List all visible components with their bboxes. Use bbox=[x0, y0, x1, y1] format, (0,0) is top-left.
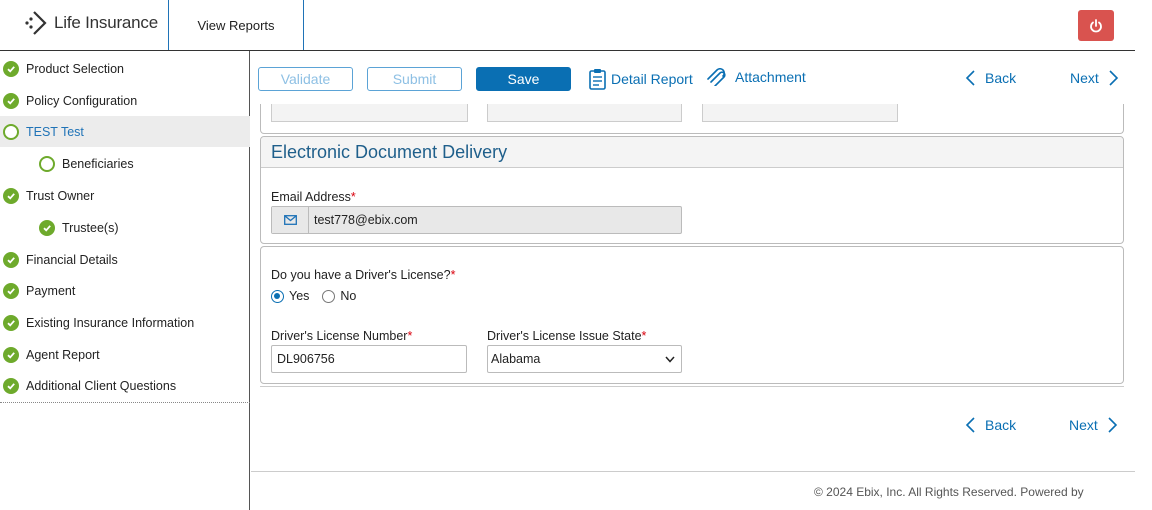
sidebar-item-label: Product Selection bbox=[26, 61, 124, 76]
copyright-footer: © 2024 Ebix, Inc. All Rights Reserved. P… bbox=[814, 485, 1084, 499]
sidebar-item-test-test[interactable]: TEST Test bbox=[0, 116, 250, 147]
sidebar-item-label: Existing Insurance Information bbox=[26, 315, 195, 330]
radio-empty-icon bbox=[322, 289, 336, 303]
chevron-down-icon bbox=[665, 356, 675, 363]
check-circle-icon bbox=[3, 60, 19, 77]
detail-report-label: Detail Report bbox=[611, 71, 693, 87]
chevron-left-icon bbox=[965, 70, 975, 86]
bottom-next-button[interactable]: Next bbox=[1069, 417, 1118, 433]
edd-panel-title: Electronic Document Delivery bbox=[261, 137, 1123, 168]
back-label: Back bbox=[985, 417, 1017, 433]
attachment-label: Attachment bbox=[735, 69, 806, 85]
power-icon bbox=[1090, 18, 1102, 32]
sidebar-item-existing-insurance[interactable]: Existing Insurance Information bbox=[0, 307, 250, 338]
yes-radio[interactable]: Yes bbox=[271, 289, 309, 303]
sidebar-item-payment[interactable]: Payment bbox=[0, 275, 250, 306]
check-circle-icon bbox=[3, 92, 19, 109]
bottom-back-button[interactable]: Back bbox=[965, 417, 1016, 433]
form-content: Electronic Document Delivery Email Addre… bbox=[251, 104, 1135, 470]
empty-circle-icon bbox=[3, 123, 19, 140]
license-number-label: Driver's License Number* bbox=[271, 329, 413, 343]
radio-selected-icon bbox=[271, 289, 284, 303]
top-header: Life Insurance View Reports bbox=[0, 0, 1135, 51]
sidebar-item-label: Payment bbox=[26, 283, 76, 298]
sidebar-item-label: Trust Owner bbox=[26, 188, 95, 203]
check-circle-icon bbox=[3, 251, 19, 268]
sidebar-item-additional-client-questions[interactable]: Additional Client Questions bbox=[0, 370, 250, 401]
scrolled-input[interactable] bbox=[487, 104, 682, 122]
sidebar-item-label: Agent Report bbox=[26, 347, 100, 362]
section-sidebar: Product Selection Policy Configuration T… bbox=[0, 51, 250, 510]
edd-panel: Electronic Document Delivery Email Addre… bbox=[260, 136, 1124, 244]
attachment-link[interactable]: Attachment bbox=[705, 68, 806, 86]
back-label: Back bbox=[985, 70, 1017, 86]
check-circle-icon bbox=[3, 282, 19, 299]
chevron-left-icon bbox=[965, 417, 975, 433]
save-button[interactable]: Save bbox=[476, 67, 571, 91]
license-state-select[interactable]: Alabama bbox=[487, 345, 682, 373]
header-divider bbox=[303, 0, 304, 50]
view-reports-link[interactable]: View Reports bbox=[169, 0, 303, 50]
action-toolbar: Validate Submit Save Detail Report Attac… bbox=[251, 52, 1135, 104]
email-value: test778@ebix.com bbox=[314, 213, 418, 227]
envelope-addon bbox=[272, 207, 309, 233]
no-label: No bbox=[340, 289, 357, 303]
sidebar-item-label: Beneficiaries bbox=[62, 156, 134, 171]
sidebar-item-product-selection[interactable]: Product Selection bbox=[0, 53, 250, 84]
sidebar-item-financial-details[interactable]: Financial Details bbox=[0, 244, 250, 275]
next-label: Next bbox=[1070, 70, 1099, 86]
license-number-input[interactable]: DL906756 bbox=[271, 345, 467, 373]
panel-divider bbox=[260, 386, 1124, 387]
check-circle-icon bbox=[3, 187, 19, 204]
sidebar-item-label: Policy Configuration bbox=[26, 93, 138, 108]
no-radio[interactable]: No bbox=[322, 289, 356, 303]
app-logo[interactable]: Life Insurance bbox=[24, 10, 158, 36]
next-button[interactable]: Next bbox=[1070, 70, 1119, 86]
sidebar-item-trustees[interactable]: Trustee(s) bbox=[0, 212, 250, 243]
envelope-icon bbox=[283, 215, 297, 225]
check-circle-icon bbox=[3, 314, 19, 331]
email-field[interactable]: test778@ebix.com bbox=[271, 206, 682, 234]
chevron-right-icon bbox=[1109, 70, 1118, 86]
drivers-license-panel: Do you have a Driver's License?* Yes No … bbox=[260, 246, 1124, 384]
scrolled-input[interactable] bbox=[271, 104, 468, 122]
check-circle-icon bbox=[3, 346, 19, 363]
license-radio-group: Yes No bbox=[271, 289, 356, 303]
clipboard-icon bbox=[589, 69, 606, 90]
paperclip-icon bbox=[707, 68, 726, 86]
chevron-right-icon bbox=[1108, 417, 1117, 433]
sidebar-item-agent-report[interactable]: Agent Report bbox=[0, 339, 250, 370]
logout-button[interactable] bbox=[1078, 10, 1114, 41]
sidebar-item-label: Financial Details bbox=[26, 252, 118, 267]
footer-divider bbox=[251, 471, 1135, 472]
validate-button[interactable]: Validate bbox=[258, 67, 353, 91]
license-question: Do you have a Driver's License?* bbox=[271, 268, 456, 282]
sidebar-item-label: Additional Client Questions bbox=[26, 378, 177, 393]
previous-panel bbox=[260, 104, 1124, 134]
sidebar-divider bbox=[0, 402, 250, 403]
check-circle-icon bbox=[3, 377, 19, 394]
sidebar-item-policy-configuration[interactable]: Policy Configuration bbox=[0, 85, 250, 116]
sidebar-item-label: TEST Test bbox=[26, 124, 84, 139]
yes-label: Yes bbox=[289, 289, 310, 303]
empty-circle-icon bbox=[39, 155, 55, 172]
logo-chevron-icon bbox=[25, 11, 47, 35]
sidebar-item-beneficiaries[interactable]: Beneficiaries bbox=[0, 148, 250, 179]
next-label: Next bbox=[1069, 417, 1098, 433]
sidebar-item-label: Trustee(s) bbox=[62, 220, 119, 235]
back-button[interactable]: Back bbox=[965, 70, 1016, 86]
license-state-value: Alabama bbox=[491, 352, 541, 366]
license-state-label: Driver's License Issue State* bbox=[487, 329, 647, 343]
app-name: Life Insurance bbox=[54, 13, 158, 32]
check-circle-icon bbox=[39, 219, 55, 236]
scrolled-input[interactable] bbox=[702, 104, 898, 122]
detail-report-link[interactable]: Detail Report bbox=[588, 68, 693, 90]
email-label: Email Address* bbox=[271, 190, 356, 204]
sidebar-item-trust-owner[interactable]: Trust Owner bbox=[0, 180, 250, 211]
submit-button[interactable]: Submit bbox=[367, 67, 462, 91]
